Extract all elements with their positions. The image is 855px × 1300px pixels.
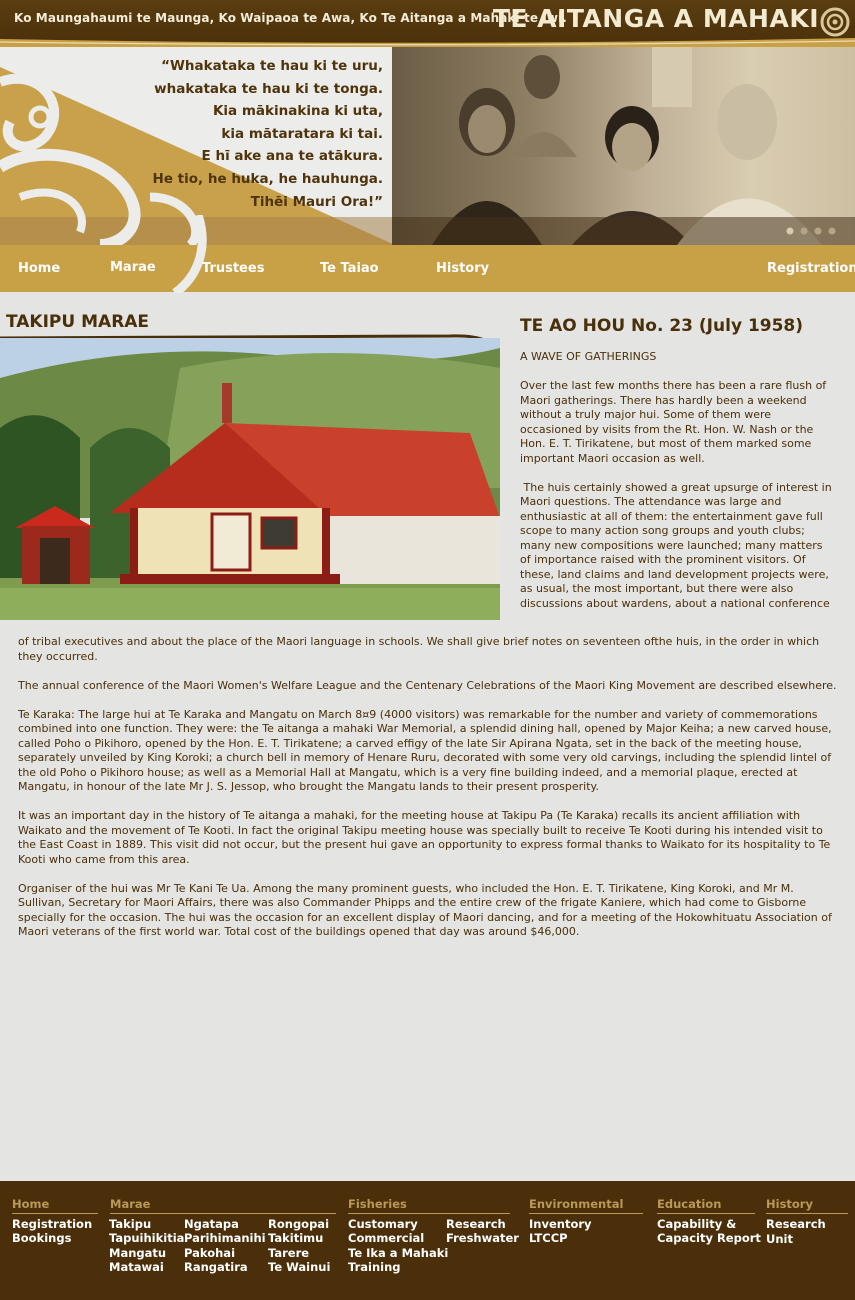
article-paragraph: The annual conference of the Maori Women… bbox=[18, 678, 837, 692]
nav-home[interactable]: Home bbox=[18, 261, 60, 276]
hero-banner: “Whakataka te hau ki te uru, whakataka t… bbox=[0, 47, 855, 245]
footer-heading-history[interactable]: History bbox=[766, 1197, 848, 1214]
article-paragraph: The huis certainly showed a great upsurg… bbox=[520, 480, 836, 610]
slideshow-dots[interactable] bbox=[785, 226, 845, 236]
article-subtitle: A WAVE OF GATHERINGS bbox=[520, 350, 657, 363]
footer-heading-education[interactable]: Education bbox=[657, 1197, 755, 1214]
poem-line: He tio, he huka, he hauhunga. bbox=[152, 170, 383, 187]
footer-heading-environmental[interactable]: Environmental bbox=[529, 1197, 643, 1214]
footer-link-marae[interactable]: Takipu bbox=[109, 1217, 151, 1232]
koru-logo-icon bbox=[820, 7, 850, 37]
footer-heading-home[interactable]: Home bbox=[12, 1197, 98, 1214]
takipu-marae-photo bbox=[0, 338, 500, 620]
nav-history[interactable]: History bbox=[436, 261, 489, 276]
elders-photo bbox=[392, 47, 855, 245]
footer-link-registration[interactable]: Registration bbox=[12, 1217, 92, 1232]
site-logo[interactable]: TE AITANGA A MAHAKI bbox=[493, 4, 819, 33]
footer-link-marae[interactable]: Rangatira bbox=[184, 1260, 248, 1275]
poem-line: E hī ake ana te atākura. bbox=[201, 148, 383, 165]
footer-link-marae[interactable]: Pakohai bbox=[184, 1246, 235, 1261]
footer-link-bookings[interactable]: Bookings bbox=[12, 1231, 71, 1246]
article-paragraph: Over the last few months there has been … bbox=[520, 379, 827, 465]
site-footer: Home Registration Bookings Marae Takipu … bbox=[0, 1181, 855, 1300]
footer-link-history[interactable]: Research Unit bbox=[766, 1217, 855, 1246]
poem-line: Kia mākinakina ki uta, bbox=[212, 103, 383, 120]
site-tagline: Ko Maungahaumi te Maunga, Ko Waipaoa te … bbox=[14, 11, 567, 25]
elders-photo-figures bbox=[432, 47, 822, 245]
header-swoosh bbox=[0, 38, 855, 47]
footer-link-marae[interactable]: Takitimu bbox=[268, 1231, 323, 1246]
nav-marae[interactable]: Marae bbox=[110, 260, 156, 275]
footer-link-marae[interactable]: Matawai bbox=[109, 1260, 164, 1275]
poem-line: whakataka te hau ki te tonga. bbox=[154, 80, 383, 97]
main-nav: Home Marae Trustees Te Taiao History Reg… bbox=[0, 215, 855, 293]
footer-link-fisheries[interactable]: Research bbox=[446, 1217, 506, 1232]
top-bar: Ko Maungahaumi te Maunga, Ko Waipaoa te … bbox=[0, 0, 855, 47]
article-body: of tribal executives and about the place… bbox=[18, 635, 838, 954]
footer-link-fisheries[interactable]: Freshwater bbox=[446, 1231, 519, 1246]
poem-line: Tihēi Mauri Ora!” bbox=[250, 193, 383, 210]
footer-heading-fisheries[interactable]: Fisheries bbox=[348, 1197, 510, 1214]
footer-link-environmental[interactable]: Inventory bbox=[529, 1217, 592, 1232]
article-paragraph: Organiser of the hui was Mr Te Kani Te U… bbox=[18, 881, 832, 939]
footer-link-marae[interactable]: Tapuihikitia bbox=[109, 1231, 184, 1246]
article-paragraph: Te Karaka: The large hui at Te Karaka an… bbox=[18, 707, 832, 794]
article-paragraph: It was an important day in the history o… bbox=[18, 809, 831, 866]
nav-registration[interactable]: Registration bbox=[767, 261, 855, 276]
footer-link-environmental[interactable]: LTCCP bbox=[529, 1231, 568, 1246]
footer-link-education[interactable]: Capability & bbox=[657, 1217, 736, 1232]
article-intro: Over the last few months there has been … bbox=[520, 379, 836, 626]
footer-link-marae[interactable]: Mangatu bbox=[109, 1246, 166, 1261]
karakia-poem: “Whakataka te hau ki te uru, whakataka t… bbox=[153, 55, 383, 213]
nav-te-taiao[interactable]: Te Taiao bbox=[320, 261, 379, 276]
article-paragraph: of tribal executives and about the place… bbox=[18, 635, 820, 663]
footer-link-marae[interactable]: Rongopai bbox=[268, 1217, 329, 1232]
footer-link-education[interactable]: Capacity Report bbox=[657, 1231, 761, 1246]
footer-link-marae[interactable]: Te Wainui bbox=[268, 1260, 330, 1275]
footer-link-fisheries[interactable]: Customary bbox=[348, 1217, 418, 1232]
poem-line: kia mātaratara ki tai. bbox=[221, 125, 383, 142]
nav-trustees[interactable]: Trustees bbox=[202, 261, 264, 276]
footer-link-marae[interactable]: Ngatapa bbox=[184, 1217, 239, 1232]
marae-title: TAKIPU MARAE bbox=[6, 312, 150, 332]
footer-heading-marae[interactable]: Marae bbox=[110, 1197, 336, 1214]
footer-link-marae[interactable]: Tarere bbox=[268, 1246, 309, 1261]
footer-link-fisheries[interactable]: Training bbox=[348, 1260, 401, 1275]
poem-line: “Whakataka te hau ki te uru, bbox=[161, 58, 383, 74]
footer-link-fisheries[interactable]: Commercial bbox=[348, 1231, 424, 1246]
footer-link-fisheries[interactable]: Te Ika a Mahaki bbox=[348, 1246, 448, 1261]
article-title: TE AO HOU No. 23 (July 1958) bbox=[520, 316, 804, 336]
footer-link-marae[interactable]: Parihimanihi bbox=[184, 1231, 266, 1246]
nav-koru-curve bbox=[172, 215, 207, 293]
